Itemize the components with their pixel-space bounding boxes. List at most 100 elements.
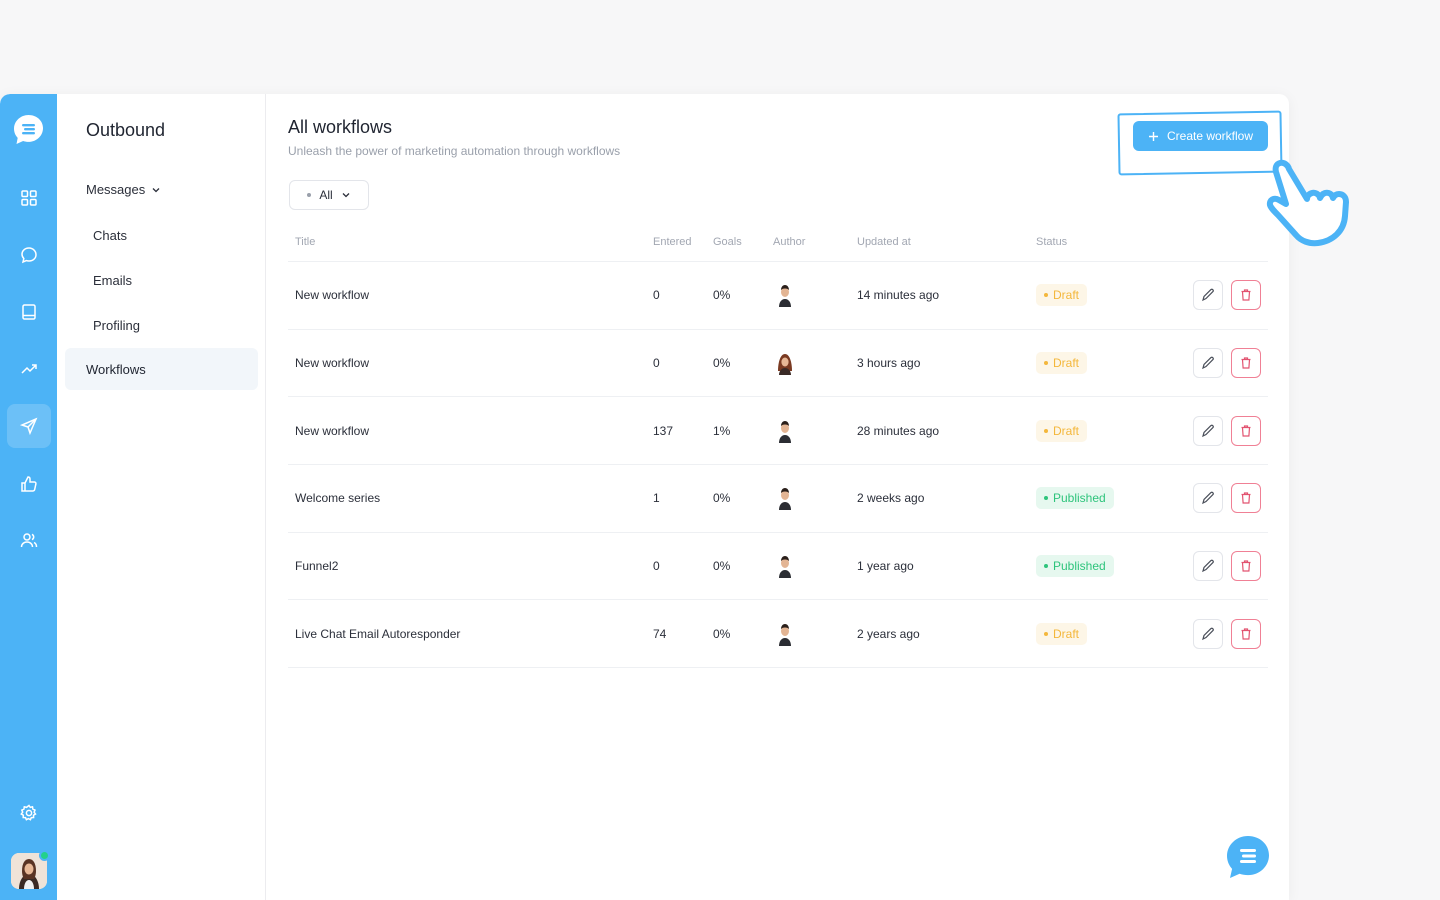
app-window: Outbound Messages Chats Emails Profiling…: [0, 94, 1289, 900]
delete-button[interactable]: [1231, 483, 1261, 514]
gear-icon: [20, 804, 37, 821]
row-actions: [1193, 280, 1261, 311]
rail-item-chat[interactable]: [7, 233, 51, 277]
row-actions: [1193, 348, 1261, 379]
edit-button[interactable]: [1193, 483, 1223, 514]
rail-item-outbound[interactable]: [7, 404, 51, 448]
row-actions: [1193, 483, 1261, 514]
delete-button[interactable]: [1231, 280, 1261, 311]
column-entered[interactable]: Entered: [653, 236, 692, 248]
goals-percent: 1%: [713, 423, 731, 438]
edit-button[interactable]: [1193, 280, 1223, 311]
female-avatar: [775, 351, 795, 376]
pencil-icon: [1202, 424, 1214, 437]
chat-launcher-button[interactable]: [1225, 834, 1271, 880]
nav-link-emails[interactable]: Emails: [93, 273, 132, 288]
main-content: All workflows Unleash the power of marke…: [266, 94, 1289, 900]
create-workflow-button[interactable]: Create workflow: [1133, 121, 1268, 151]
chat-icon: [21, 247, 37, 264]
status-dot: [1044, 428, 1048, 433]
status-cell: Published: [1036, 555, 1114, 578]
user-avatar[interactable]: [11, 850, 50, 889]
status-badge: Draft: [1036, 352, 1088, 375]
male-avatar: [775, 419, 795, 443]
table-row[interactable]: Funnel2 0 0% 1 year ago Published: [288, 533, 1268, 601]
book-icon: [22, 304, 36, 320]
table-row[interactable]: Welcome series 1 0% 2 weeks ago Publishe…: [288, 465, 1268, 533]
column-updated[interactable]: Updated at: [857, 236, 911, 248]
table-header: Title Entered Goals Author Updated at St…: [288, 232, 1268, 262]
delete-button[interactable]: [1231, 415, 1261, 446]
rail-item-feedback[interactable]: [7, 462, 51, 506]
column-title[interactable]: Title: [295, 236, 315, 248]
table-row[interactable]: Live Chat Email Autoresponder 74 0% 2 ye…: [288, 600, 1268, 669]
delete-button[interactable]: [1231, 348, 1261, 379]
trash-icon: [1241, 357, 1251, 369]
secondary-nav: Outbound Messages Chats Emails Profiling…: [57, 94, 266, 900]
dashboard-grid-icon: [21, 190, 37, 206]
table-row[interactable]: New workflow 0 0% 14 minutes ago Draft: [288, 262, 1268, 330]
rail-item-settings[interactable]: [7, 791, 51, 835]
table-row[interactable]: New workflow 0 0% 3 hours ago Draft: [288, 330, 1268, 398]
updated-at: 28 minutes ago: [857, 423, 940, 438]
delete-button[interactable]: [1231, 551, 1261, 582]
entered-count: 0: [653, 559, 660, 574]
workflow-title[interactable]: New workflow: [295, 424, 369, 438]
goals-percent: 0%: [713, 559, 731, 574]
status-cell: Draft: [1036, 419, 1088, 442]
nav-link-workflows[interactable]: Workflows: [65, 348, 258, 390]
status-cell: Draft: [1036, 622, 1088, 645]
status-dot: [1044, 564, 1048, 569]
edit-button[interactable]: [1193, 415, 1223, 446]
workflow-title[interactable]: New workflow: [295, 356, 369, 370]
entered-count: 0: [653, 356, 660, 371]
status-cell: Draft: [1036, 284, 1088, 307]
status-filter-dropdown[interactable]: All: [289, 180, 369, 210]
status-dot: [1044, 631, 1048, 636]
icon-rail: [0, 94, 57, 900]
pencil-icon: [1202, 627, 1214, 640]
updated-at: 1 year ago: [857, 559, 914, 574]
nav-link-profiling[interactable]: Profiling: [93, 318, 140, 333]
goals-percent: 0%: [713, 288, 731, 303]
nav-link-chats[interactable]: Chats: [93, 228, 127, 243]
chevron-down-icon: [152, 187, 160, 192]
page-subtitle: Unleash the power of marketing automatio…: [288, 144, 621, 158]
messages-group-toggle[interactable]: Messages: [86, 182, 161, 197]
rail-item-contacts[interactable]: [7, 518, 51, 562]
messages-group-label: Messages: [86, 182, 146, 197]
column-status[interactable]: Status: [1036, 236, 1067, 248]
trash-icon: [1241, 560, 1251, 572]
create-workflow-label: Create workflow: [1166, 129, 1254, 143]
column-goals[interactable]: Goals: [713, 236, 742, 248]
online-status-dot: [39, 850, 50, 861]
updated-at: 2 years ago: [857, 626, 920, 641]
column-author[interactable]: Author: [773, 236, 805, 248]
updated-at: 2 weeks ago: [857, 491, 925, 506]
table-row[interactable]: New workflow 137 1% 28 minutes ago Draft: [288, 397, 1268, 466]
updated-at: 14 minutes ago: [857, 288, 940, 303]
status-label: Draft: [1053, 288, 1080, 303]
edit-button[interactable]: [1193, 348, 1223, 379]
status-cell: Published: [1036, 487, 1114, 510]
status-badge: Draft: [1036, 419, 1088, 442]
status-label: Published: [1053, 491, 1106, 506]
status-label: Published: [1053, 559, 1106, 574]
male-avatar: [775, 486, 795, 511]
entered-count: 137: [653, 423, 674, 438]
workflow-title[interactable]: Welcome series: [295, 491, 380, 505]
status-cell: Draft: [1036, 352, 1088, 375]
workflow-title[interactable]: Live Chat Email Autoresponder: [295, 627, 460, 641]
edit-button[interactable]: [1193, 551, 1223, 582]
workflow-title[interactable]: New workflow: [295, 288, 369, 302]
rail-item-analytics[interactable]: [7, 347, 51, 391]
edit-button[interactable]: [1193, 618, 1223, 649]
trash-icon: [1241, 289, 1251, 301]
status-badge: Published: [1036, 487, 1114, 510]
delete-button[interactable]: [1231, 618, 1261, 649]
rail-item-dashboard[interactable]: [7, 176, 51, 220]
chat-bubble-logo-icon[interactable]: [12, 113, 45, 146]
rail-item-knowledge[interactable]: [7, 290, 51, 334]
goals-percent: 0%: [713, 626, 731, 641]
workflow-title[interactable]: Funnel2: [295, 559, 338, 573]
